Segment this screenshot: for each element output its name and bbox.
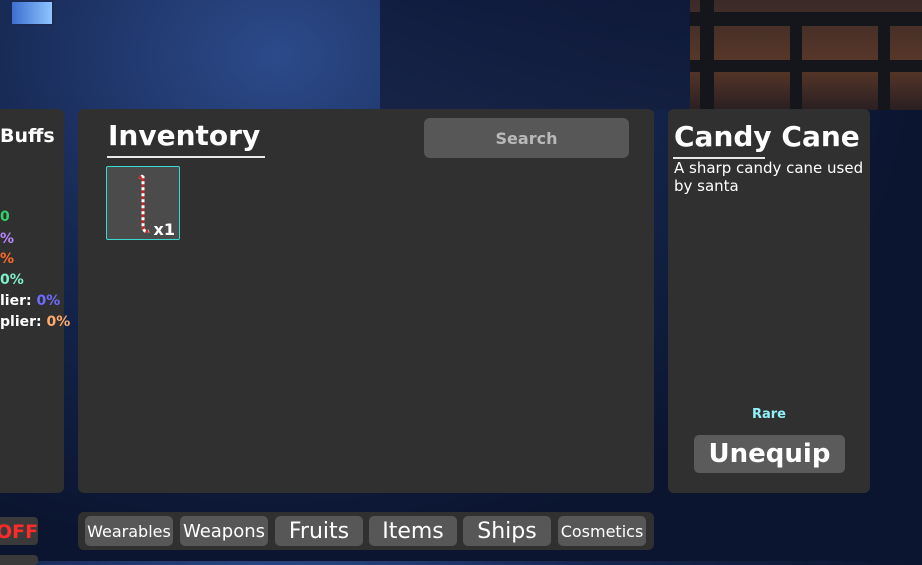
buff-line: 0 (0, 209, 10, 225)
item-details-panel: Candy Cane A sharp candy cane used by sa… (668, 109, 870, 493)
tab-wearables[interactable]: Wearables (85, 516, 173, 546)
search-input[interactable] (424, 118, 629, 158)
tab-weapons[interactable]: Weapons (180, 516, 268, 546)
unequip-button[interactable]: Unequip (694, 435, 845, 473)
inventory-panel: Inventory x1 (78, 109, 654, 493)
tab-fruits[interactable]: Fruits (275, 516, 363, 546)
item-quantity: x1 (153, 220, 175, 239)
inventory-title: Inventory (108, 119, 261, 152)
window-icon (10, 0, 54, 26)
tab-cosmetics[interactable]: Cosmetics (558, 516, 646, 546)
buff-line: lier: 0% (0, 293, 61, 309)
buffs-panel: Buffs 0 % % 0% lier: 0% plier: 0% (0, 109, 70, 493)
category-tab-bar: Wearables Weapons Fruits Items Ships Cos… (78, 512, 654, 550)
tab-ships[interactable]: Ships (463, 516, 551, 546)
inventory-slot[interactable]: x1 (106, 166, 180, 240)
off-toggle-button[interactable]: OFF (0, 517, 38, 545)
title-underline (107, 156, 265, 158)
buff-line: % (0, 231, 15, 247)
item-description: A sharp candy cane used by santa (674, 159, 864, 195)
buff-line: plier: 0% (0, 314, 71, 330)
buffs-title: Buffs (0, 125, 55, 147)
buff-line: % (0, 251, 15, 267)
buff-line: 0% (0, 272, 24, 288)
tab-items[interactable]: Items (369, 516, 457, 546)
item-rarity: Rare (751, 407, 786, 422)
item-name: Candy Cane (674, 120, 860, 153)
hud-button-stub[interactable] (0, 555, 38, 565)
